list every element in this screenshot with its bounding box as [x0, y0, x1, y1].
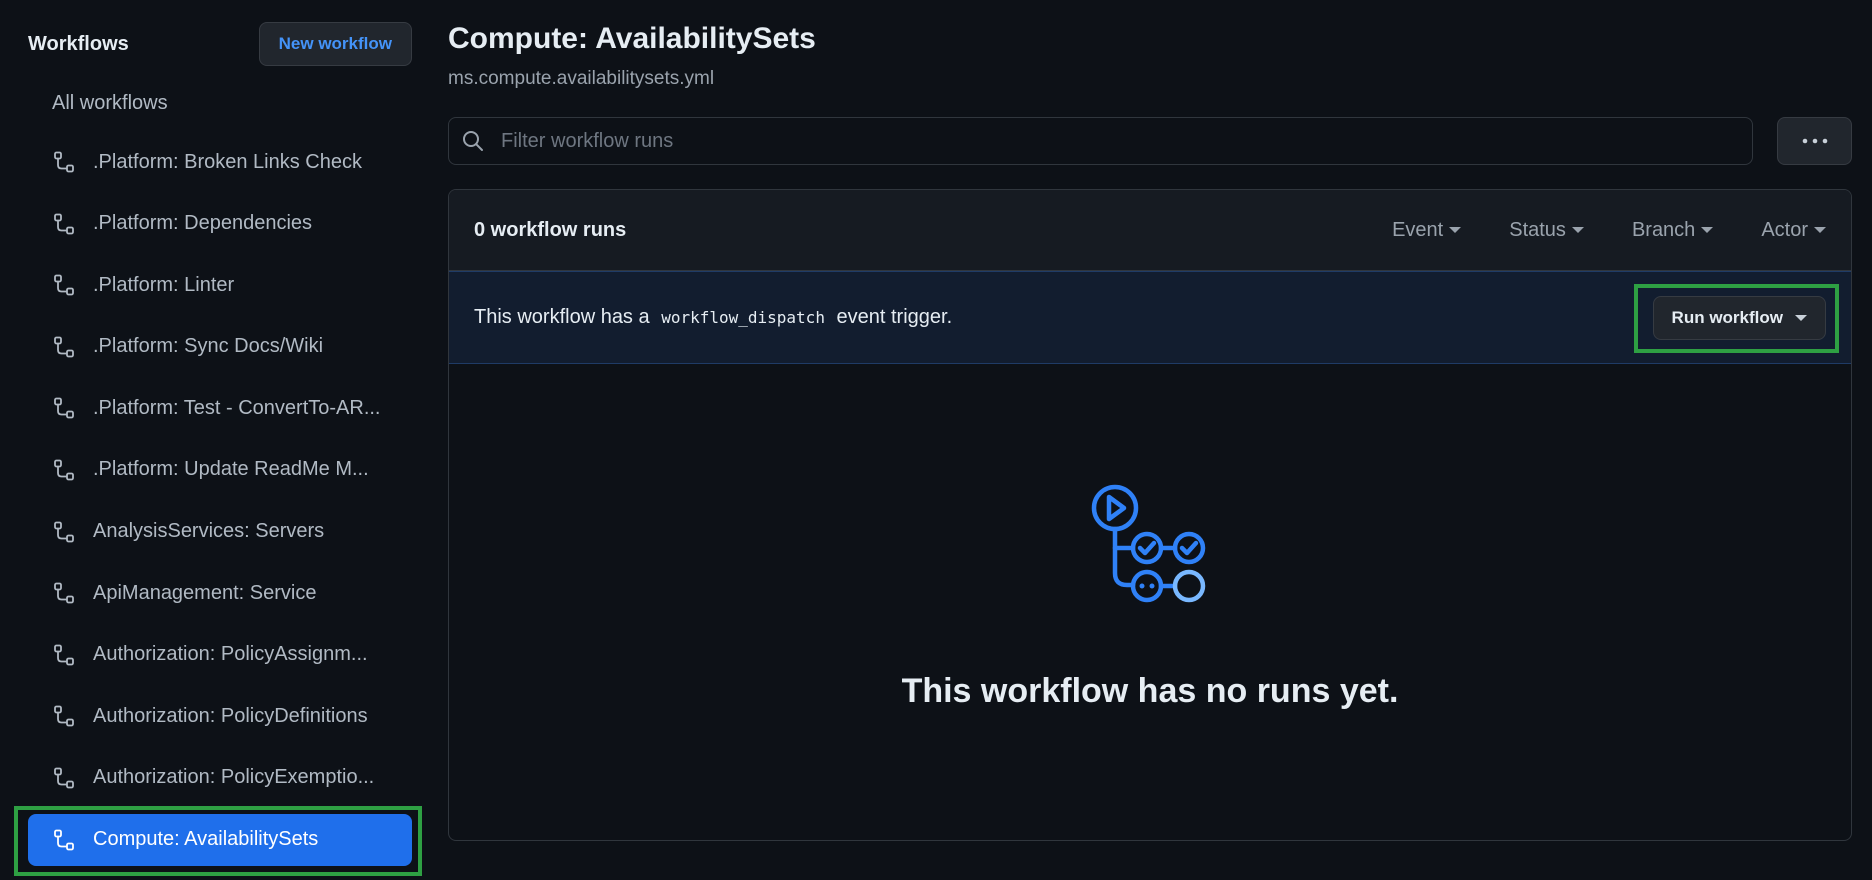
workflow-list: .Platform: Broken Links Check .Platform: … — [28, 136, 412, 875]
workflow-icon — [54, 336, 74, 358]
sidebar-workflow-item[interactable]: Authorization: PolicyAssignm... — [28, 629, 412, 681]
branch-filter-label: Branch — [1631, 218, 1696, 241]
actor-filter-label: Actor — [1761, 218, 1808, 241]
event-filter-label: Event — [1392, 218, 1444, 241]
runs-count: 0 workflow runs — [474, 218, 627, 241]
dispatch-banner: This workflow has a workflow_dispatch ev… — [449, 271, 1851, 364]
sidebar-workflow-item[interactable]: .Platform: Update ReadMe M... — [28, 444, 412, 496]
workflow-item-label: .Platform: Broken Links Check — [93, 150, 362, 173]
sidebar-workflow-item[interactable]: .Platform: Sync Docs/Wiki — [28, 321, 412, 373]
workflow-item-label: Authorization: PolicyAssignm... — [93, 643, 368, 666]
more-options-button[interactable] — [1777, 117, 1852, 165]
sidebar-workflow-item[interactable]: AnalysisServices: Servers — [28, 506, 412, 558]
filter-runs-field[interactable] — [448, 117, 1753, 165]
status-filter-label: Status — [1509, 218, 1566, 241]
chevron-down-icon — [1814, 227, 1826, 233]
sidebar-workflow-item[interactable]: .Platform: Linter — [28, 259, 412, 311]
workflow-item-label: Authorization: PolicyExemptio... — [93, 766, 375, 789]
workflow-icon — [54, 767, 74, 789]
main-content: Compute: AvailabilitySets ms.compute.ava… — [448, 0, 1852, 880]
sidebar-workflow-item[interactable]: .Platform: Broken Links Check — [28, 136, 412, 188]
workflow-icon — [54, 397, 74, 419]
workflow-item-label: .Platform: Update ReadMe M... — [93, 458, 369, 481]
sidebar-workflow-item[interactable]: Authorization: PolicyExemptio... — [28, 752, 412, 804]
run-workflow-label: Run workflow — [1671, 307, 1783, 327]
empty-state-message: This workflow has no runs yet. — [901, 672, 1399, 710]
workflow-runs-panel: 0 workflow runs Event Status Branch Acto… — [448, 189, 1852, 841]
workflow-item-label: Authorization: PolicyDefinitions — [93, 704, 368, 727]
workflow-icon — [54, 705, 74, 727]
workflow-runs-illustration-icon — [1091, 484, 1206, 603]
sidebar-workflow-item[interactable]: .Platform: Test - ConvertTo-AR... — [28, 382, 412, 434]
workflow-icon — [54, 274, 74, 296]
workflow-item-label: .Platform: Test - ConvertTo-AR... — [93, 396, 381, 419]
chevron-down-icon — [1795, 314, 1807, 321]
sidebar-workflow-item[interactable]: Compute: AvailabilitySets — [28, 813, 412, 866]
workflow-icon — [54, 644, 74, 666]
sidebar-header: Workflows New workflow — [28, 22, 412, 66]
workflow-item-label: .Platform: Linter — [93, 273, 235, 296]
branch-filter-dropdown[interactable]: Branch — [1631, 218, 1714, 242]
run-workflow-button[interactable]: Run workflow — [1652, 295, 1826, 340]
status-filter-dropdown[interactable]: Status — [1509, 219, 1584, 242]
sidebar-title: Workflows — [28, 32, 129, 55]
sidebar-workflow-item[interactable]: .Platform: Dependencies — [28, 198, 412, 250]
new-workflow-button[interactable]: New workflow — [258, 22, 412, 66]
workflow-filename-link[interactable]: ms.compute.availabilitysets.yml — [448, 68, 714, 90]
runs-header: 0 workflow runs Event Status Branch Acto… — [449, 190, 1851, 271]
dispatch-message: This workflow has a workflow_dispatch ev… — [474, 306, 952, 329]
chevron-down-icon — [1571, 227, 1584, 233]
workflow-item-label: AnalysisServices: Servers — [93, 520, 325, 543]
workflow-item-label: Compute: AvailabilitySets — [93, 828, 319, 851]
chevron-down-icon — [1701, 227, 1714, 233]
page-title: Compute: AvailabilitySets — [448, 22, 816, 55]
workflow-icon — [54, 213, 74, 234]
workflow-icon — [54, 459, 74, 481]
all-workflows-link[interactable]: All workflows — [52, 92, 168, 115]
workflow-item-label: ApiManagement: Service — [93, 581, 317, 604]
workflow-icon — [54, 829, 74, 850]
dispatch-text-before: This workflow has a — [474, 306, 650, 328]
event-filter-dropdown[interactable]: Event — [1392, 218, 1462, 242]
dispatch-text-after: event trigger. — [836, 306, 953, 328]
sidebar-workflow-item[interactable]: ApiManagement: Service — [28, 567, 412, 619]
workflow-item-label: .Platform: Dependencies — [93, 212, 313, 235]
search-icon — [463, 131, 483, 151]
actor-filter-dropdown[interactable]: Actor — [1761, 219, 1826, 242]
workflow-icon — [54, 582, 74, 604]
workflow-icon — [54, 151, 74, 173]
sidebar-workflow-item[interactable]: Authorization: PolicyDefinitions — [28, 690, 412, 742]
filter-runs-input[interactable] — [501, 129, 1752, 153]
empty-state: This workflow has no runs yet. — [449, 364, 1851, 840]
runs-filters: Event Status Branch Actor — [1344, 219, 1826, 242]
sidebar: Workflows New workflow All workflows .Pl… — [0, 0, 430, 880]
chevron-down-icon — [1449, 227, 1462, 233]
workflow-icon — [54, 521, 74, 542]
dispatch-event-code: workflow_dispatch — [661, 308, 825, 327]
workflow-item-label: .Platform: Sync Docs/Wiki — [93, 335, 324, 358]
kebab-horizontal-icon — [1802, 138, 1827, 144]
